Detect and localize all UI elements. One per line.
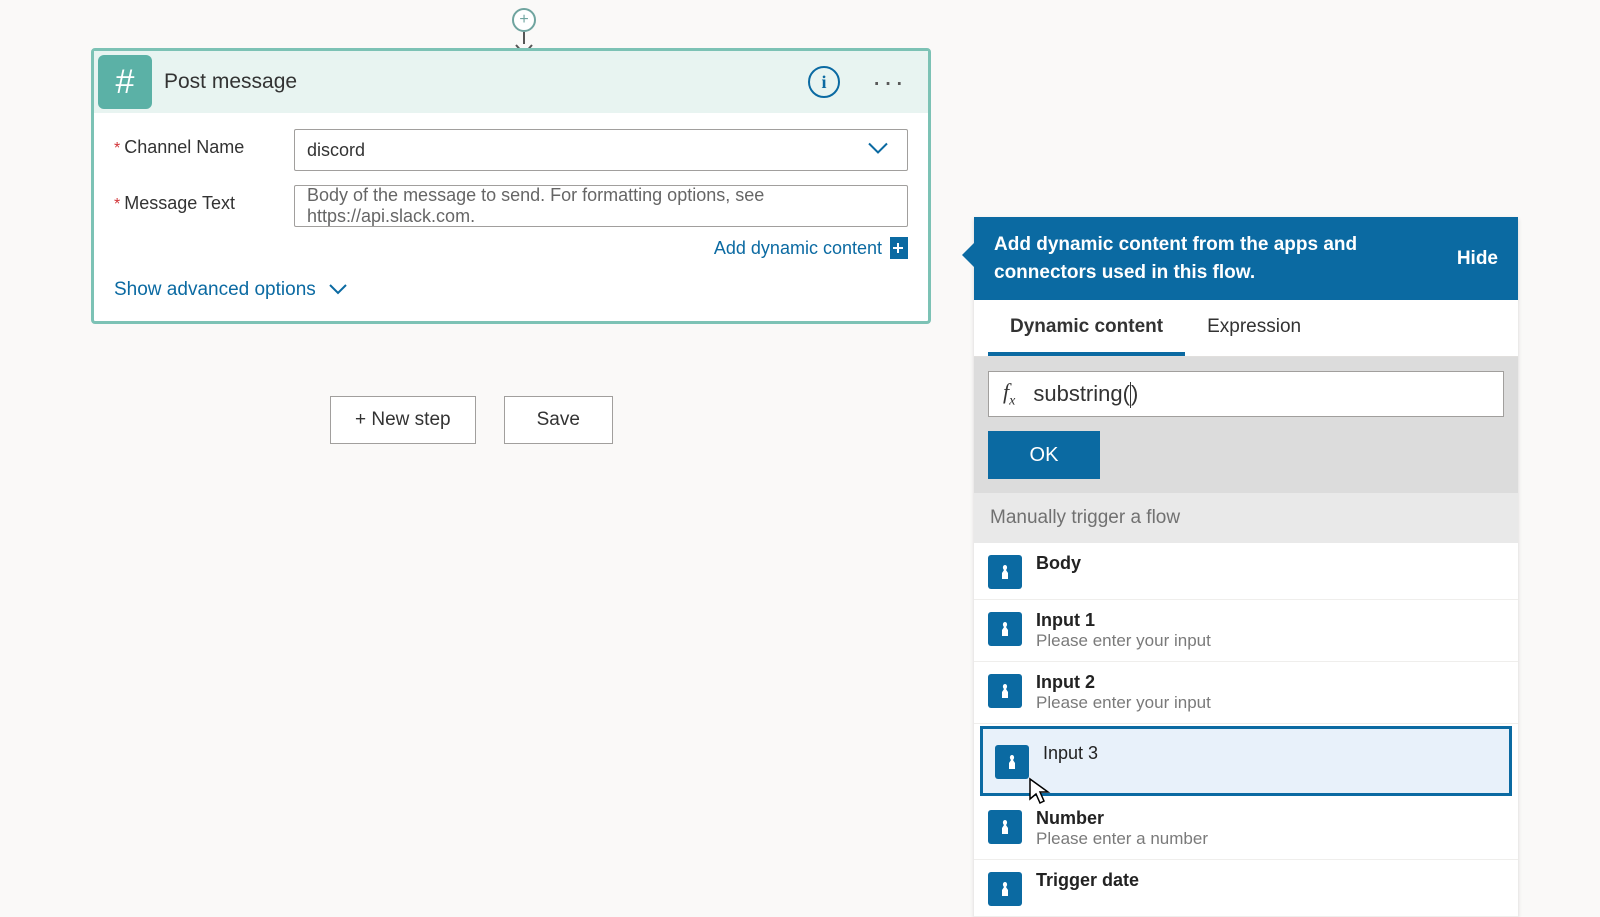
post-message-card: # Post message i ··· Channel Name discor… bbox=[91, 48, 931, 324]
dc-item-text: NumberPlease enter a number bbox=[1036, 808, 1208, 849]
dc-item-title: Input 2 bbox=[1036, 672, 1211, 693]
panel-header: Add dynamic content from the apps and co… bbox=[974, 217, 1518, 300]
trigger-icon bbox=[988, 674, 1022, 708]
show-advanced-label: Show advanced options bbox=[114, 279, 316, 301]
chevron-down-icon bbox=[867, 140, 889, 161]
card-header[interactable]: # Post message i ··· bbox=[94, 51, 928, 113]
info-icon[interactable]: i bbox=[808, 66, 840, 98]
expression-area: fx substring() OK bbox=[974, 357, 1518, 493]
trigger-icon bbox=[988, 872, 1022, 906]
message-text-row: Message Text Body of the message to send… bbox=[114, 185, 908, 227]
panel-pointer-icon bbox=[962, 243, 974, 267]
dynamic-content-item[interactable]: Input 3 bbox=[980, 726, 1512, 796]
add-dynamic-row: Add dynamic content bbox=[114, 237, 908, 259]
card-title: Post message bbox=[164, 70, 808, 94]
dc-item-title: Input 3 bbox=[1043, 743, 1098, 764]
chevron-down-icon bbox=[328, 279, 348, 301]
dc-item-text: Body bbox=[1036, 553, 1081, 574]
dynamic-content-list: BodyInput 1Please enter your inputInput … bbox=[974, 543, 1518, 917]
dc-item-desc: Please enter your input bbox=[1036, 693, 1211, 713]
dynamic-content-panel: Add dynamic content from the apps and co… bbox=[974, 217, 1518, 917]
expression-input[interactable]: fx substring() bbox=[988, 371, 1504, 417]
channel-name-value: discord bbox=[307, 140, 365, 161]
slack-hash-icon: # bbox=[98, 55, 152, 109]
dynamic-content-item[interactable]: Body bbox=[974, 543, 1518, 600]
dc-item-desc: Please enter your input bbox=[1036, 631, 1211, 651]
dynamic-content-item[interactable]: NumberPlease enter a number bbox=[974, 798, 1518, 860]
add-dynamic-plus-icon[interactable] bbox=[890, 237, 908, 259]
dc-item-title: Body bbox=[1036, 553, 1081, 574]
dynamic-content-item[interactable]: Input 1Please enter your input bbox=[974, 600, 1518, 662]
trigger-icon bbox=[988, 612, 1022, 646]
fx-icon: fx bbox=[1003, 379, 1015, 409]
dc-item-text: Input 1Please enter your input bbox=[1036, 610, 1211, 651]
add-step-icon[interactable]: + bbox=[512, 8, 536, 32]
message-text-input[interactable]: Body of the message to send. For formatt… bbox=[294, 185, 908, 227]
message-text-placeholder: Body of the message to send. For formatt… bbox=[307, 185, 895, 227]
trigger-icon bbox=[995, 745, 1029, 779]
panel-header-text: Add dynamic content from the apps and co… bbox=[994, 231, 1443, 286]
dc-item-text: Input 2Please enter your input bbox=[1036, 672, 1211, 713]
tab-dynamic-content[interactable]: Dynamic content bbox=[988, 300, 1185, 356]
dc-item-desc: Please enter a number bbox=[1036, 829, 1208, 849]
dc-item-text: Trigger date bbox=[1036, 870, 1139, 891]
channel-name-label: Channel Name bbox=[114, 129, 294, 158]
section-header: Manually trigger a flow bbox=[974, 493, 1518, 543]
dc-item-title: Number bbox=[1036, 808, 1208, 829]
hide-panel-button[interactable]: Hide bbox=[1457, 248, 1498, 270]
card-body: Channel Name discord Message Text Body o… bbox=[94, 113, 928, 321]
dc-item-text: Input 3 bbox=[1043, 743, 1098, 764]
more-icon[interactable]: ··· bbox=[864, 62, 914, 102]
channel-name-row: Channel Name discord bbox=[114, 129, 908, 171]
trigger-icon bbox=[988, 810, 1022, 844]
dynamic-content-item[interactable]: Input 2Please enter your input bbox=[974, 662, 1518, 724]
dynamic-content-item[interactable]: Trigger date bbox=[974, 860, 1518, 917]
add-dynamic-content-link[interactable]: Add dynamic content bbox=[714, 238, 882, 259]
dc-item-title: Input 1 bbox=[1036, 610, 1211, 631]
expression-value: substring() bbox=[1033, 381, 1489, 408]
message-text-label: Message Text bbox=[114, 185, 294, 214]
dc-item-title: Trigger date bbox=[1036, 870, 1139, 891]
action-buttons: + New step Save bbox=[330, 396, 613, 444]
save-button[interactable]: Save bbox=[504, 396, 613, 444]
panel-tabs: Dynamic content Expression bbox=[974, 300, 1518, 357]
trigger-icon bbox=[988, 555, 1022, 589]
new-step-button[interactable]: + New step bbox=[330, 396, 476, 444]
channel-name-select[interactable]: discord bbox=[294, 129, 908, 171]
connector-stem bbox=[523, 32, 525, 44]
show-advanced-options[interactable]: Show advanced options bbox=[114, 279, 348, 301]
ok-button[interactable]: OK bbox=[988, 431, 1100, 479]
tab-expression[interactable]: Expression bbox=[1185, 300, 1323, 356]
